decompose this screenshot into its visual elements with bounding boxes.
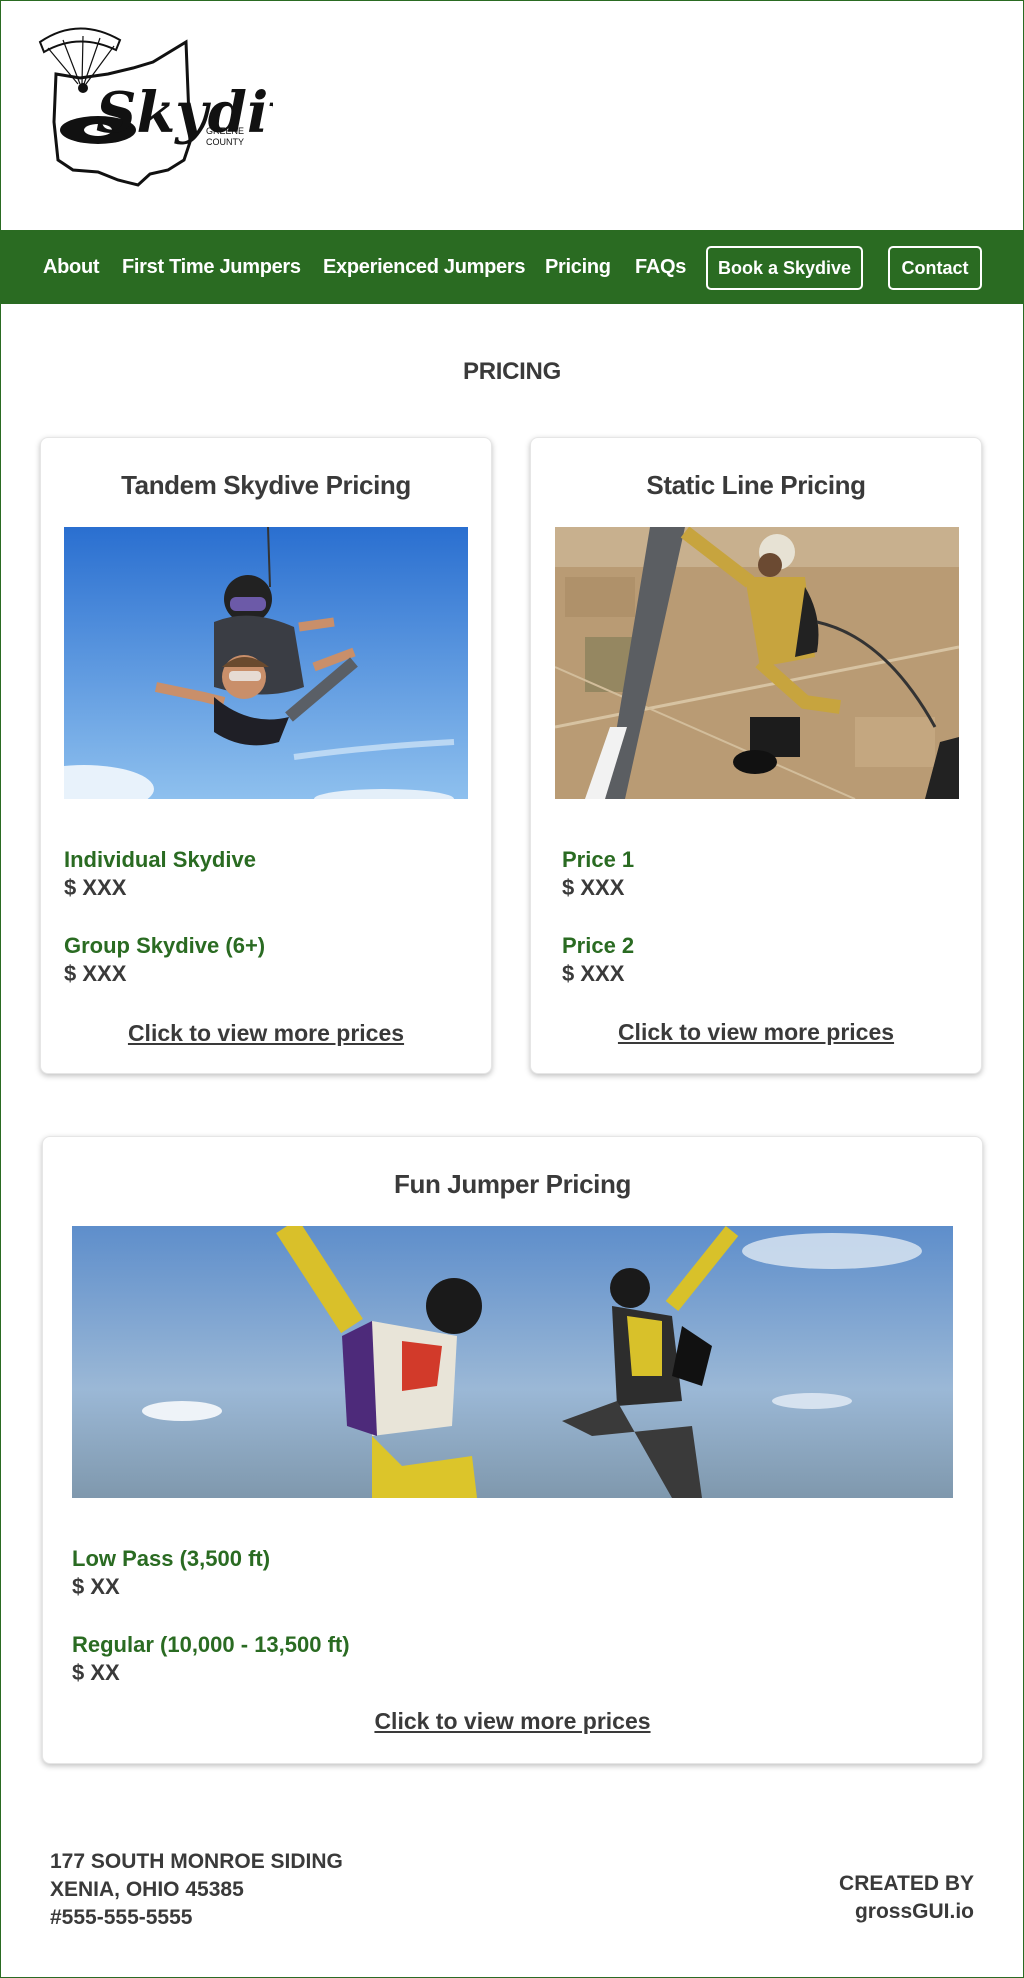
freefall-jumpers-photo — [72, 1226, 953, 1498]
main-navigation: About First Time Jumpers Experienced Jum… — [1, 230, 1023, 304]
logo-wordmark: Skydive — [96, 80, 273, 146]
svg-text:COUNTY: COUNTY — [206, 137, 244, 147]
tandem-item-1-label: Individual Skydive — [64, 847, 256, 872]
tandem-item-1-price: $ XXX — [64, 875, 127, 900]
static-line-jumper-photo — [555, 527, 959, 799]
fun-more-prices-link[interactable]: Click to view more prices — [43, 1708, 982, 1735]
footer-address-line1: 177 SOUTH MONROE SIDING — [50, 1850, 343, 1873]
static-line-pricing-card: Static Line Pricing Price 1 $ XXX Price … — [530, 437, 982, 1074]
footer-address: 177 SOUTH MONROE SIDING XENIA, OHIO 4538… — [50, 1848, 343, 1932]
fun-item-2-label: Regular (10,000 - 13,500 ft) — [72, 1632, 350, 1657]
footer-credit-link[interactable]: grossGUI.io — [839, 1898, 974, 1926]
fun-jumper-pricing-card: Fun Jumper Pricing Low Pass (3,500 ft) $… — [42, 1136, 983, 1764]
nav-experienced-jumpers[interactable]: Experienced Jumpers — [323, 230, 525, 304]
static-more-prices-link[interactable]: Click to view more prices — [531, 1019, 981, 1046]
static-item-1-price: $ XXX — [562, 875, 625, 900]
site-logo[interactable]: Skydive GREENE COUNTY — [38, 22, 336, 187]
nav-faqs[interactable]: FAQs — [635, 230, 686, 304]
nav-about[interactable]: About — [43, 230, 100, 304]
logo-graphic: Skydive GREENE COUNTY — [38, 27, 336, 187]
svg-text:GREENE: GREENE — [206, 126, 244, 136]
tandem-skydivers-photo — [64, 527, 468, 799]
fun-item-1-price: $ XX — [72, 1574, 120, 1599]
tandem-card-title: Tandem Skydive Pricing — [121, 470, 411, 500]
contact-button[interactable]: Contact — [888, 246, 982, 290]
tandem-more-prices-link[interactable]: Click to view more prices — [41, 1020, 491, 1047]
tandem-pricing-card: Tandem Skydive Pricing Individual Skydiv… — [40, 437, 492, 1074]
footer-credit-line1: CREATED BY — [839, 1872, 974, 1895]
fun-card-title: Fun Jumper Pricing — [394, 1169, 631, 1199]
static-item-2-label: Price 2 — [562, 933, 635, 958]
footer-credit: CREATED BY grossGUI.io — [839, 1870, 974, 1926]
page-title: PRICING — [463, 358, 561, 385]
tandem-item-2-label: Group Skydive (6+) — [64, 933, 266, 958]
static-item-1-label: Price 1 — [562, 847, 635, 872]
footer-address-line2: XENIA, OHIO 45385 — [50, 1878, 244, 1901]
fun-item-1-label: Low Pass (3,500 ft) — [72, 1546, 271, 1571]
fun-item-2-price: $ XX — [72, 1660, 120, 1685]
tandem-item-2-price: $ XXX — [64, 961, 127, 986]
nav-pricing[interactable]: Pricing — [545, 230, 611, 304]
nav-first-time-jumpers[interactable]: First Time Jumpers — [122, 230, 301, 304]
book-skydive-button[interactable]: Book a Skydive — [706, 246, 863, 290]
static-item-2-price: $ XXX — [562, 961, 625, 986]
static-card-title: Static Line Pricing — [646, 470, 866, 500]
footer-phone[interactable]: #555-555-5555 — [50, 1904, 343, 1932]
